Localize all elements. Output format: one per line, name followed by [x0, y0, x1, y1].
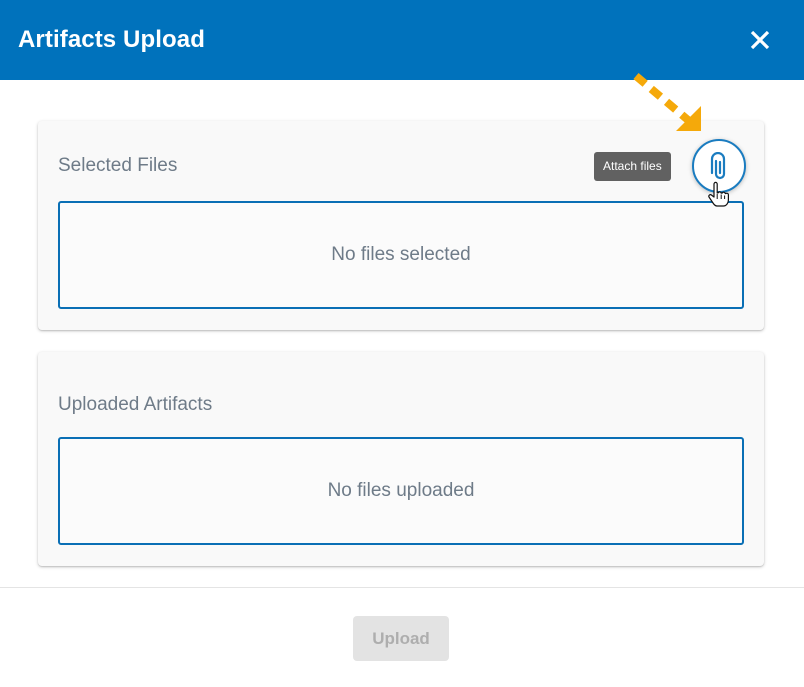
attach-files-tooltip: Attach files — [594, 152, 671, 181]
hand-cursor-icon — [708, 181, 729, 207]
selected-files-title: Selected Files — [58, 155, 178, 176]
upload-button[interactable]: Upload — [353, 616, 449, 661]
selected-files-dropzone[interactable]: No files selected — [58, 201, 744, 309]
dialog-title: Artifacts Upload — [18, 26, 205, 53]
no-files-selected-text: No files selected — [331, 244, 471, 265]
paperclip-icon — [710, 152, 726, 180]
close-icon — [750, 30, 770, 50]
uploaded-artifacts-card: Uploaded Artifacts No files uploaded — [38, 352, 764, 566]
artifacts-upload-dialog: Artifacts Upload Selected Files No files… — [0, 0, 804, 687]
annotation-arrow-icon — [633, 72, 701, 131]
close-button[interactable] — [745, 25, 775, 55]
uploaded-artifacts-list: No files uploaded — [58, 437, 744, 545]
footer-divider — [0, 587, 804, 588]
uploaded-artifacts-title: Uploaded Artifacts — [58, 394, 213, 415]
no-files-uploaded-text: No files uploaded — [327, 480, 475, 501]
